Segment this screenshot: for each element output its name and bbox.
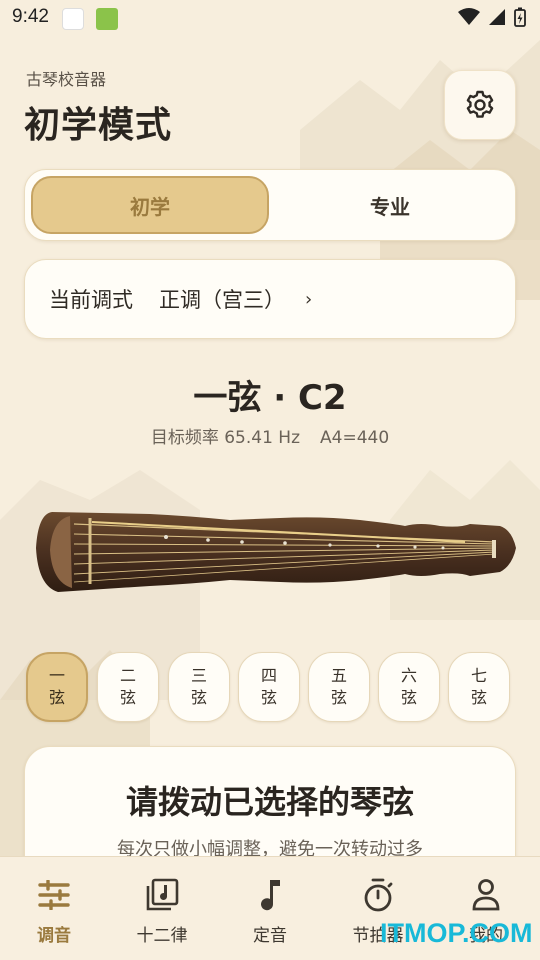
signal-icon <box>489 9 505 25</box>
nav-twelve-lu[interactable]: 十二律 <box>108 857 216 960</box>
tuning-label: 当前调式 <box>49 288 133 312</box>
sliders-icon <box>38 880 70 910</box>
music-library-icon <box>146 878 179 911</box>
person-icon <box>472 879 500 911</box>
reference-pitch: A4=440 <box>320 428 390 448</box>
tab-beginner[interactable]: 初学 <box>31 176 269 234</box>
string-button-1[interactable]: 一 弦 <box>26 652 88 722</box>
page-title: 初学模式 <box>24 105 173 146</box>
string-suffix: 弦 <box>260 688 277 707</box>
string-button-3[interactable]: 三 弦 <box>168 652 230 722</box>
status-time: 9:42 <box>12 6 49 27</box>
nav-pitch[interactable]: 定音 <box>216 857 324 960</box>
watermark: ITMOP.COM <box>380 918 533 948</box>
string-suffix: 弦 <box>470 688 487 707</box>
nav-label: 调音 <box>37 926 71 946</box>
string-button-5[interactable]: 五 弦 <box>308 652 370 722</box>
instruction-title: 请拨动已选择的琴弦 <box>125 783 414 821</box>
string-button-7[interactable]: 七 弦 <box>448 652 510 722</box>
nav-label: 定音 <box>253 926 287 946</box>
app-name: 古琴校音器 <box>26 70 107 89</box>
app-notification-icon-2 <box>96 8 118 30</box>
string-number: 六 <box>400 666 417 685</box>
tuning-mode-selector[interactable]: 当前调式 正调（宫三） › <box>24 259 516 339</box>
tab-professional[interactable]: 专业 <box>271 176 509 234</box>
string-number: 一 <box>48 666 65 685</box>
settings-button[interactable] <box>444 70 516 140</box>
string-number: 四 <box>260 666 277 685</box>
string-button-2[interactable]: 二 弦 <box>97 652 159 722</box>
string-number: 七 <box>470 666 487 685</box>
app-notification-icon <box>62 8 84 30</box>
stopwatch-icon <box>364 878 393 912</box>
gear-icon <box>466 90 494 118</box>
nav-tuning[interactable]: 调音 <box>0 857 108 960</box>
music-note-icon <box>261 880 280 911</box>
string-number: 三 <box>190 666 207 685</box>
target-frequency-label: 目标频率 65.41 Hz <box>150 428 301 448</box>
string-suffix: 弦 <box>400 688 417 707</box>
status-bar: 9:42 <box>0 0 540 36</box>
string-suffix: 弦 <box>190 688 207 707</box>
tuning-value: 正调（宫三） <box>159 288 285 312</box>
string-selector: 一 弦 二 弦 三 弦 四 弦 五 弦 六 弦 七 弦 <box>26 652 518 724</box>
string-button-4[interactable]: 四 弦 <box>238 652 300 722</box>
string-number: 五 <box>330 666 347 685</box>
string-suffix: 弦 <box>119 688 136 707</box>
wifi-icon <box>458 8 480 25</box>
nav-label: 十二律 <box>136 926 188 946</box>
battery-icon <box>514 7 526 27</box>
target-frequency: 目标频率 65.41 Hz A4=440 <box>0 423 540 448</box>
string-number: 二 <box>119 666 136 685</box>
guqin-illustration <box>36 512 516 592</box>
string-suffix: 弦 <box>48 688 65 707</box>
current-string-heading: 一弦 · C2 <box>193 378 347 418</box>
chevron-right-icon: › <box>305 288 313 310</box>
string-suffix: 弦 <box>330 688 347 707</box>
mode-toggle: 初学 专业 <box>24 169 516 241</box>
string-button-6[interactable]: 六 弦 <box>378 652 440 722</box>
